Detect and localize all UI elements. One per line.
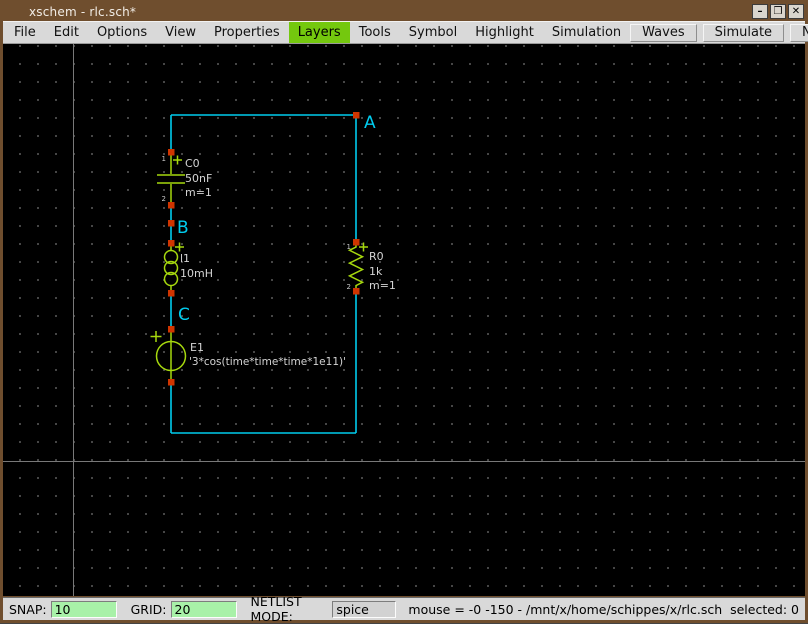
snap-input[interactable] — [50, 600, 117, 618]
close-button[interactable]: ✕ — [788, 4, 804, 19]
maximize-button[interactable]: ❒ — [770, 4, 786, 19]
resistor-ref[interactable]: R0 — [369, 250, 384, 263]
netlist-button[interactable]: Netlist — [790, 23, 808, 42]
window-title: xschem - rlc.sch* — [29, 4, 137, 19]
resistor-mult[interactable]: m=1 — [369, 279, 396, 292]
menu-properties[interactable]: Properties — [205, 22, 289, 43]
capacitor-pin2-number: 2 — [162, 195, 166, 203]
source-ref[interactable]: E1 — [190, 341, 204, 354]
minimize-button[interactable]: – — [752, 4, 768, 19]
capacitor-pin1-number: 1 — [162, 155, 166, 163]
capacitor-mult[interactable]: m=1 — [185, 186, 212, 199]
snap-label: SNAP: — [9, 601, 47, 617]
menubar: File Edit Options View Properties Layers… — [3, 21, 808, 44]
menu-edit[interactable]: Edit — [45, 22, 88, 43]
inductor-ref[interactable]: l1 — [180, 252, 190, 265]
mouse-status-text: mouse = -0 -150 - /mnt/x/home/schippes/x… — [408, 601, 799, 617]
resistor-pin1-number: 1 — [347, 243, 351, 251]
xschem-window: xschem - rlc.sch* – ❒ ✕ File Edit Option… — [0, 0, 808, 624]
menu-symbol[interactable]: Symbol — [400, 22, 466, 43]
titlebar[interactable]: xschem - rlc.sch* – ❒ ✕ — [3, 2, 805, 21]
resistor-symbol[interactable] — [347, 242, 369, 291]
capacitor-ref[interactable]: C0 — [185, 157, 200, 170]
grid-input[interactable] — [170, 600, 237, 618]
net-label-c[interactable]: C — [178, 305, 190, 325]
netlist-mode-label: NETLIST MODE: — [250, 594, 302, 624]
inductor-value[interactable]: 10mH — [180, 267, 213, 280]
origin-axes — [3, 44, 805, 596]
waves-button[interactable]: Waves — [630, 23, 697, 42]
net-label-a[interactable]: A — [364, 113, 376, 133]
schematic-drawing: A B C C0 50nF m=1 l1 10mH E1 '3*cos(time… — [3, 44, 805, 596]
menu-tools[interactable]: Tools — [350, 22, 400, 43]
resistor-pin2-number: 2 — [347, 283, 351, 291]
schematic-canvas[interactable]: A B C C0 50nF m=1 l1 10mH E1 '3*cos(time… — [3, 44, 805, 596]
menu-highlight[interactable]: Highlight — [466, 22, 543, 43]
menu-options[interactable]: Options — [88, 22, 156, 43]
netlist-mode-input[interactable] — [332, 600, 397, 618]
net-label-b[interactable]: B — [177, 218, 189, 238]
menu-file[interactable]: File — [5, 22, 45, 43]
capacitor-value[interactable]: 50nF — [185, 172, 212, 185]
simulate-button[interactable]: Simulate — [702, 23, 785, 42]
statusbar: SNAP: GRID: NETLIST MODE: mouse = -0 -15… — [3, 594, 805, 624]
menu-view[interactable]: View — [156, 22, 205, 43]
resistor-value[interactable]: 1k — [369, 265, 383, 278]
menu-simulation[interactable]: Simulation — [543, 22, 630, 43]
voltage-source-symbol[interactable] — [150, 331, 187, 381]
source-expression[interactable]: '3*cos(time*time*time*1e11)' — [189, 356, 346, 368]
menu-layers[interactable]: Layers — [288, 22, 350, 43]
grid-label: GRID: — [130, 601, 167, 617]
